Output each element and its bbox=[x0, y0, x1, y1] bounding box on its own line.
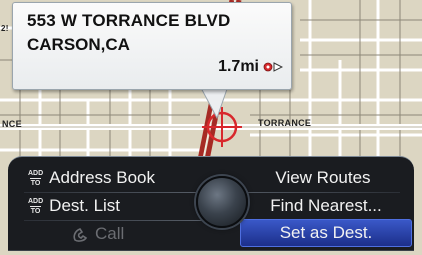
find-nearest-label: Find Nearest... bbox=[270, 196, 382, 215]
map-street-label-left: NCE bbox=[2, 119, 22, 129]
address-callout: 553 W TORRANCE BLVD CARSON,CA 1.7mi bbox=[12, 2, 292, 90]
joystick-knob-icon[interactable] bbox=[196, 176, 248, 228]
direction-icon bbox=[263, 62, 283, 72]
add-to-icon: ADD TO bbox=[28, 169, 44, 187]
distance-value: 1.7mi bbox=[218, 58, 259, 75]
add-to-icon: ADD TO bbox=[28, 197, 44, 215]
call-label: Call bbox=[95, 224, 125, 243]
phone-icon bbox=[73, 228, 88, 242]
call-button[interactable]: Call bbox=[72, 220, 162, 248]
dest-list-label: Dest. List bbox=[49, 196, 121, 215]
set-as-dest-label: Set as Dest. bbox=[279, 223, 373, 242]
address-city: CARSON,CA bbox=[27, 35, 130, 54]
map-street-label-right: TORRANCE bbox=[258, 118, 312, 128]
add-to-address-book-button[interactable]: ADD TO Address Book bbox=[28, 164, 192, 192]
set-as-dest-button[interactable]: Set as Dest. bbox=[240, 219, 412, 247]
crosshair-cursor-icon bbox=[202, 107, 242, 147]
view-routes-label: View Routes bbox=[275, 168, 371, 187]
view-routes-button[interactable]: View Routes bbox=[248, 164, 398, 192]
address-book-label: Address Book bbox=[49, 168, 156, 187]
add-to-dest-list-button[interactable]: ADD TO Dest. List bbox=[28, 192, 192, 220]
map-street-label-corner: 2! bbox=[1, 24, 9, 33]
find-nearest-button[interactable]: Find Nearest... bbox=[248, 192, 404, 220]
address-street: 553 W TORRANCE BLVD bbox=[27, 11, 231, 30]
